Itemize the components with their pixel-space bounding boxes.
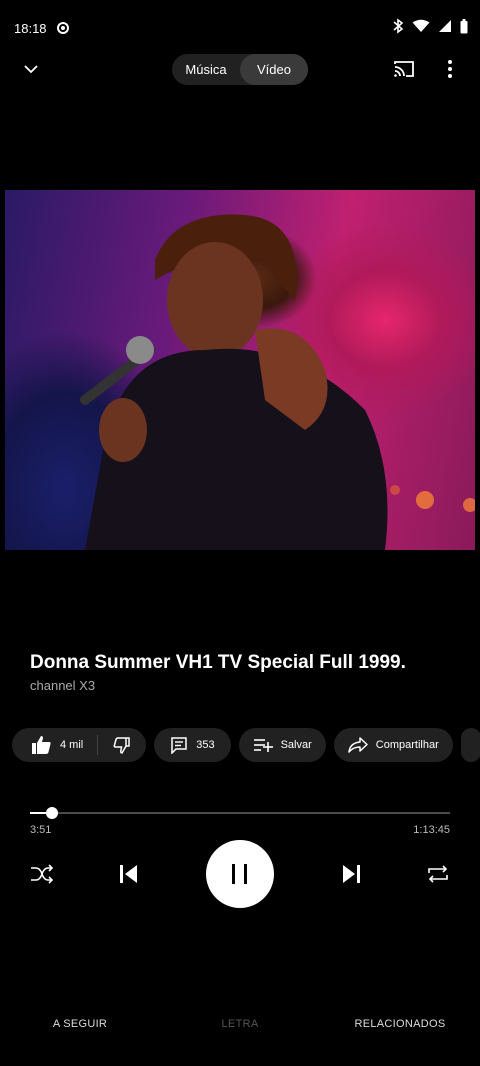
- bottom-tabs: A SEGUIR LETRA RELACIONADOS: [0, 1010, 480, 1040]
- tab-up-next[interactable]: A SEGUIR: [0, 1010, 160, 1040]
- shuffle-icon[interactable]: [30, 864, 54, 884]
- video-frame-image: [80, 214, 475, 550]
- seek-thumb[interactable]: [45, 807, 58, 819]
- like-dislike-pill: 4 mil: [12, 728, 147, 762]
- like-count[interactable]: 4 mil: [60, 739, 83, 751]
- player-top-bar: Música Vídeo: [0, 50, 480, 90]
- status-bar: 18:18: [0, 0, 480, 56]
- seek-bar[interactable]: [30, 807, 450, 819]
- chevron-down-icon[interactable]: [20, 58, 42, 80]
- music-video-toggle: Música Vídeo: [172, 54, 308, 85]
- save-button[interactable]: Salvar: [238, 728, 326, 762]
- comments-count: 353: [196, 739, 215, 751]
- share-label: Compartilhar: [375, 739, 439, 751]
- thumbs-down-icon[interactable]: [112, 735, 132, 755]
- previous-icon[interactable]: [118, 864, 140, 884]
- cast-icon[interactable]: [392, 57, 416, 81]
- tab-lyrics[interactable]: LETRA: [160, 1010, 320, 1040]
- toggle-music[interactable]: Música: [172, 54, 240, 85]
- repeat-icon[interactable]: [426, 864, 450, 884]
- more-options-icon[interactable]: [438, 57, 462, 81]
- bluetooth-icon: [393, 18, 404, 34]
- share-icon: [348, 737, 368, 753]
- video-player[interactable]: [5, 190, 475, 550]
- status-icons: [392, 18, 468, 34]
- toggle-video[interactable]: Vídeo: [240, 54, 308, 85]
- current-time: 3:51: [30, 824, 52, 836]
- wifi-icon: [412, 19, 430, 32]
- action-bar: 4 mil 353 Salvar Compartilhar: [12, 728, 480, 762]
- comments-button[interactable]: 353: [154, 728, 231, 762]
- video-title: Donna Summer VH1 TV Special Full 1999.: [30, 652, 406, 673]
- tab-related[interactable]: RELACIONADOS: [320, 1010, 480, 1040]
- record-indicator-icon: [56, 22, 69, 34]
- total-time: 1:13:45: [413, 824, 450, 836]
- playlist-add-icon: [253, 739, 273, 752]
- channel-name[interactable]: channel X3: [30, 678, 95, 693]
- next-icon[interactable]: [340, 864, 362, 884]
- thumbs-up-icon[interactable]: [30, 734, 52, 756]
- pause-button[interactable]: [206, 840, 274, 908]
- comment-icon: [171, 737, 187, 754]
- battery-icon: [460, 18, 468, 33]
- more-actions-pill[interactable]: [460, 728, 480, 762]
- pill-divider: [97, 735, 99, 755]
- pause-icon: [232, 864, 247, 884]
- status-time: 18:18: [14, 20, 47, 36]
- share-button[interactable]: Compartilhar: [333, 728, 453, 762]
- signal-icon: [439, 20, 451, 32]
- save-label: Salvar: [280, 739, 312, 751]
- playback-controls: [0, 838, 480, 910]
